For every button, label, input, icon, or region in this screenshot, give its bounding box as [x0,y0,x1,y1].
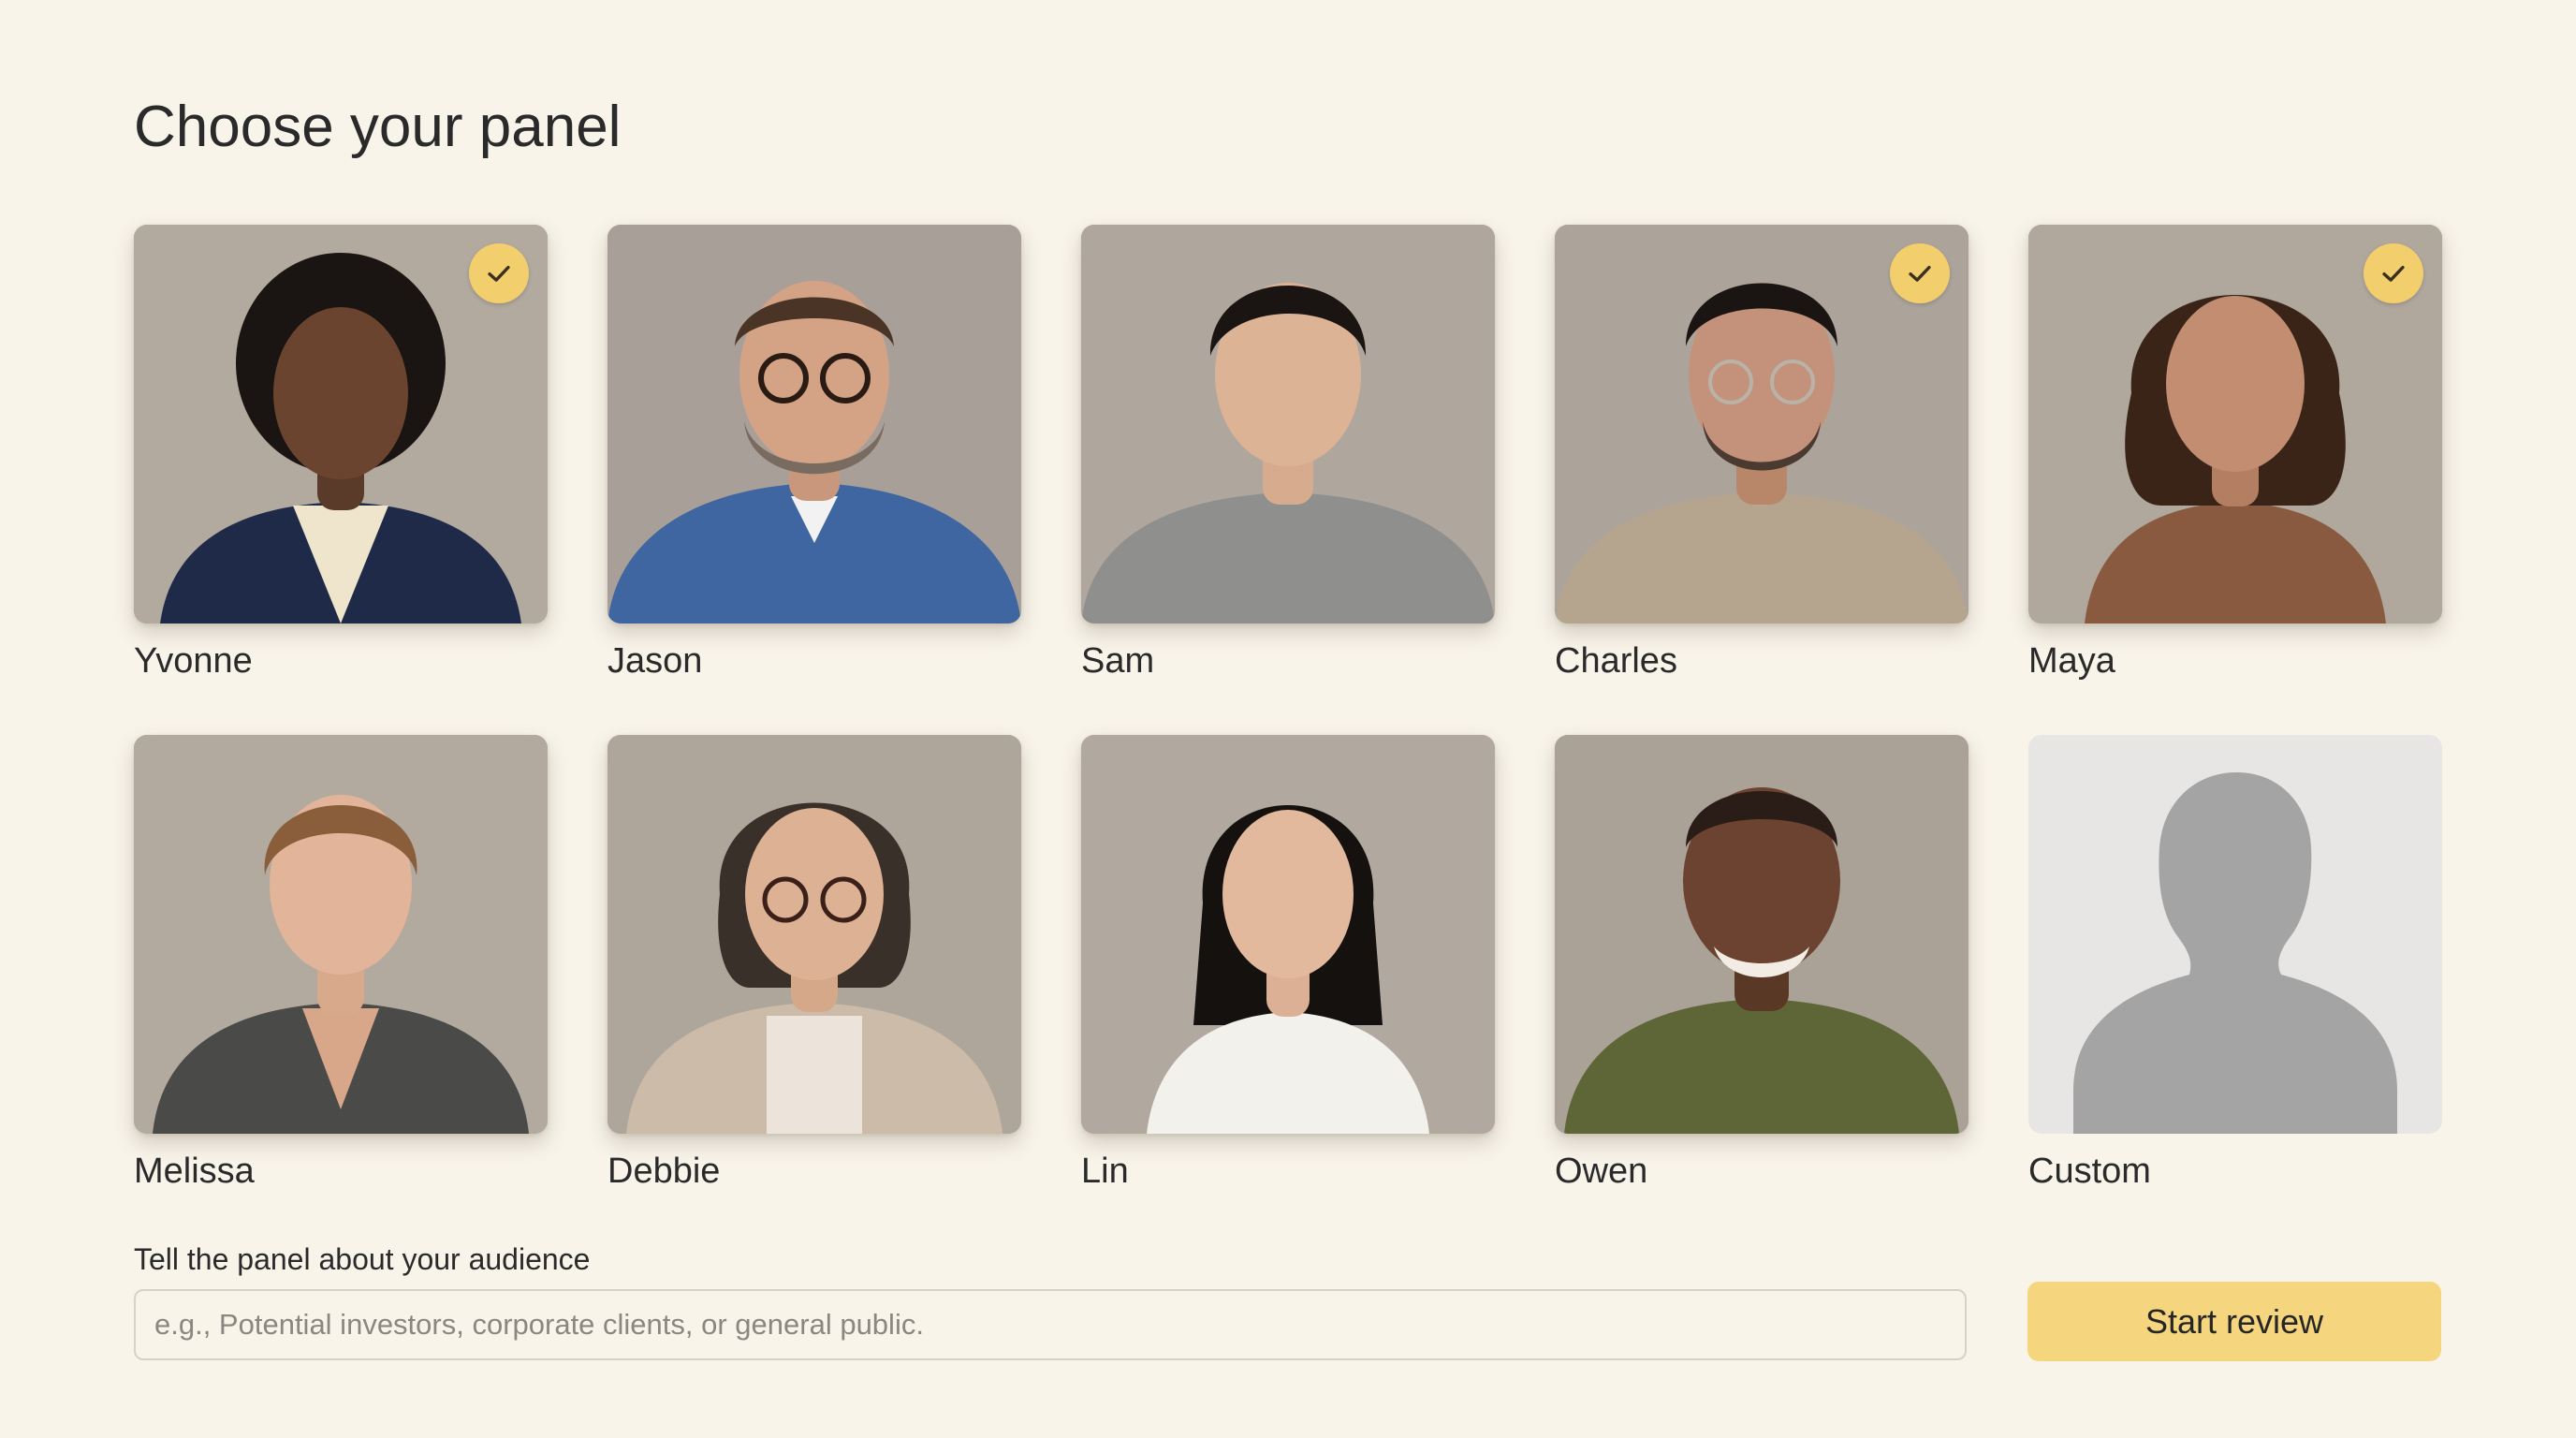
portrait-photo [134,735,548,1134]
panelist-photo [1555,735,1969,1134]
panelist-photo [1555,225,1969,624]
portrait-photo [1555,735,1969,1134]
panelist-name: Yvonne [134,641,253,681]
panelist-card-maya[interactable]: Maya [2028,225,2442,683]
panelist-photo [134,735,548,1134]
custom-placeholder [2028,735,2442,1134]
audience-label: Tell the panel about your audience [134,1242,591,1276]
portrait-photo [1081,735,1495,1134]
panelist-name: Debbie [607,1152,721,1191]
panelist-name: Maya [2028,641,2115,681]
portrait-photo [607,225,1021,624]
panelist-card-charles[interactable]: Charles [1555,225,1969,683]
panelist-name: Custom [2028,1152,2151,1191]
panelist-card-owen[interactable]: Owen [1555,735,1969,1194]
panelist-card-yvonne[interactable]: Yvonne [134,225,548,683]
panelist-name: Charles [1555,641,1677,681]
page-title: Choose your panel [134,95,622,159]
panelist-card-debbie[interactable]: Debbie [607,735,1021,1194]
panelist-name: Lin [1081,1152,1129,1191]
panelist-card-custom[interactable]: Custom [2028,735,2442,1194]
panelist-name: Melissa [134,1152,255,1191]
panelist-card-jason[interactable]: Jason [607,225,1021,683]
panelist-name: Jason [607,641,703,681]
panelist-card-melissa[interactable]: Melissa [134,735,548,1194]
selected-check-icon [2364,243,2423,303]
panelist-photo [607,735,1021,1134]
panelist-photo [607,225,1021,624]
panelist-card-lin[interactable]: Lin [1081,735,1495,1194]
panelist-photo [1081,225,1495,624]
selected-check-icon [1890,243,1950,303]
portrait-photo [607,735,1021,1134]
person-silhouette-icon [2073,772,2397,1134]
panelist-photo [2028,225,2442,624]
panelist-photo [1081,735,1495,1134]
panelist-photo [134,225,548,624]
selected-check-icon [469,243,529,303]
panelist-name: Owen [1555,1152,1648,1191]
audience-input[interactable] [134,1289,1967,1360]
panelist-card-sam[interactable]: Sam [1081,225,1495,683]
panelist-name: Sam [1081,641,1155,681]
portrait-photo [1081,225,1495,624]
start-review-button[interactable]: Start review [2027,1282,2441,1361]
